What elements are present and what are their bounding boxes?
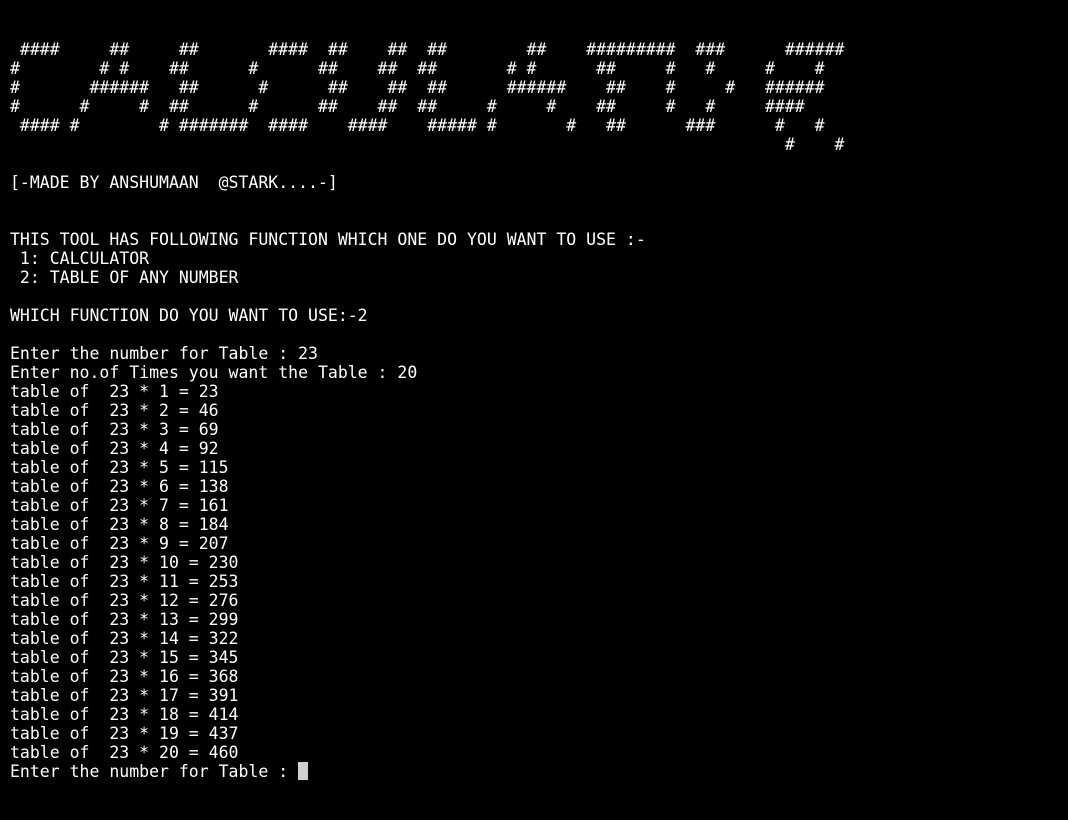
table-output: table of 23 * 1 = 23 table of 23 * 2 = 4… <box>10 382 1060 762</box>
table-row: table of 23 * 7 = 161 <box>10 496 229 515</box>
ascii-banner: #### ## ## #### ## ## ## ## ######### ##… <box>10 40 1060 154</box>
table-number-prompt: Enter the number for Table : 23 <box>10 344 318 363</box>
table-row: table of 23 * 8 = 184 <box>10 515 229 534</box>
menu-option-table: 2: TABLE OF ANY NUMBER <box>10 268 239 287</box>
banner-line: #### # # ####### #### #### ##### # # ## … <box>10 116 825 135</box>
credit-line: [-MADE BY ANSHUMAAN @STARK....-] <box>10 173 338 192</box>
banner-line: # # <box>10 135 845 154</box>
table-row: table of 23 * 13 = 299 <box>10 610 239 629</box>
choice-prompt: WHICH FUNCTION DO YOU WANT TO USE:-2 <box>10 306 368 325</box>
table-row: table of 23 * 20 = 460 <box>10 743 239 762</box>
table-row: table of 23 * 12 = 276 <box>10 591 239 610</box>
menu-intro: THIS TOOL HAS FOLLOWING FUNCTION WHICH O… <box>10 230 646 249</box>
table-row: table of 23 * 1 = 23 <box>10 382 219 401</box>
terminal-output[interactable]: #### ## ## #### ## ## ## ## ######### ##… <box>10 40 1060 781</box>
current-prompt: Enter the number for Table : <box>10 762 299 781</box>
table-row: table of 23 * 3 = 69 <box>10 420 219 439</box>
table-row: table of 23 * 6 = 138 <box>10 477 229 496</box>
table-row: table of 23 * 5 = 115 <box>10 458 229 477</box>
banner-line: # # # ## # ## ## ## # # ## # # # # <box>10 59 825 78</box>
banner-line: #### ## ## #### ## ## ## ## ######### ##… <box>10 40 845 59</box>
banner-line: # ###### ## # ## ## ## ###### ## # # ###… <box>10 78 825 97</box>
table-row: table of 23 * 2 = 46 <box>10 401 219 420</box>
table-row: table of 23 * 14 = 322 <box>10 629 239 648</box>
table-row: table of 23 * 19 = 437 <box>10 724 239 743</box>
table-row: table of 23 * 10 = 230 <box>10 553 239 572</box>
table-row: table of 23 * 17 = 391 <box>10 686 239 705</box>
table-row: table of 23 * 4 = 92 <box>10 439 219 458</box>
table-row: table of 23 * 16 = 368 <box>10 667 239 686</box>
table-row: table of 23 * 11 = 253 <box>10 572 239 591</box>
banner-line: # # # ## # ## ## ## # # ## # # #### <box>10 97 805 116</box>
times-prompt: Enter no.of Times you want the Table : 2… <box>10 363 418 382</box>
table-row: table of 23 * 9 = 207 <box>10 534 229 553</box>
input-line[interactable]: Enter the number for Table : <box>10 762 1060 781</box>
text-cursor[interactable] <box>298 762 309 780</box>
table-row: table of 23 * 15 = 345 <box>10 648 239 667</box>
menu-option-calculator: 1: CALCULATOR <box>10 249 150 268</box>
table-row: table of 23 * 18 = 414 <box>10 705 239 724</box>
